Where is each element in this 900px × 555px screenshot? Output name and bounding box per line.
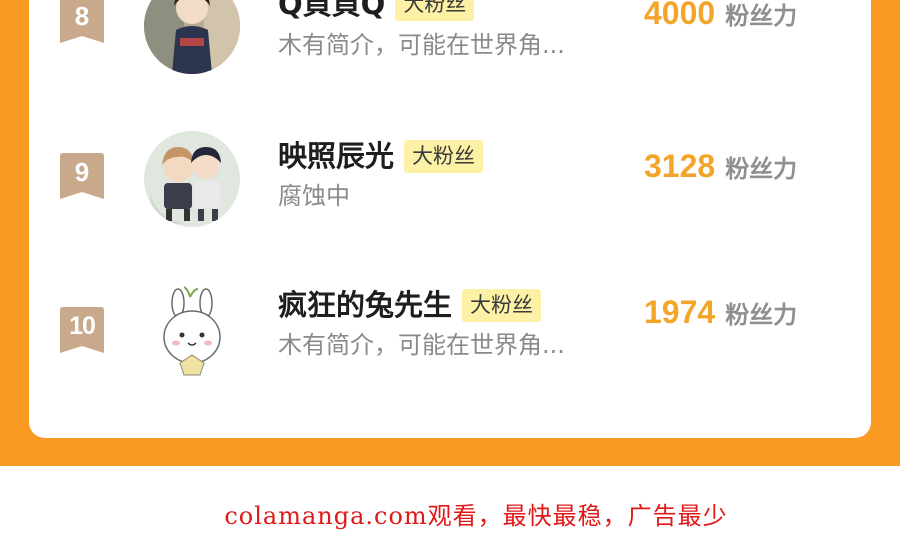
leaderboard-row[interactable]: 9 映照辰光 大粉丝 腐蚀中 3128 粉丝力 bbox=[29, 128, 871, 228]
fan-power-value: 1974 bbox=[644, 294, 716, 330]
rank-badge: 8 bbox=[60, 0, 104, 43]
fan-power: 1974 粉丝力 bbox=[644, 294, 797, 331]
fan-level-badge: 大粉丝 bbox=[395, 0, 475, 21]
avatar[interactable] bbox=[144, 131, 240, 227]
user-name-text: 映照辰光 bbox=[278, 139, 395, 173]
leaderboard-row[interactable]: 10 疯狂的兔先生 大粉丝 木有简介，可能在世界角... 1974 粉丝力 bbox=[29, 282, 871, 382]
rank-number: 10 bbox=[69, 312, 96, 340]
fan-power-unit: 粉丝力 bbox=[725, 155, 798, 183]
user-name-text: 疯狂的兔先生 bbox=[278, 288, 453, 322]
fan-power: 4000 粉丝力 bbox=[644, 0, 797, 32]
leaderboard-card: 8 Q頁頁Q 大粉丝 木有简介，可能在世界角... 4000 粉丝力 9 映照辰… bbox=[29, 0, 871, 438]
fan-power: 3128 粉丝力 bbox=[644, 148, 797, 185]
user-name[interactable]: 疯狂的兔先生 大粉丝 bbox=[278, 287, 542, 323]
fan-power-unit: 粉丝力 bbox=[725, 2, 798, 30]
fan-power-value: 3128 bbox=[644, 148, 716, 184]
user-bio: 木有简介，可能在世界角... bbox=[278, 331, 565, 359]
fan-power-value: 4000 bbox=[644, 0, 716, 31]
user-name[interactable]: Q頁頁Q 大粉丝 bbox=[278, 0, 475, 22]
user-name-text: Q頁頁Q bbox=[278, 0, 386, 21]
rank-badge: 9 bbox=[60, 153, 104, 199]
leaderboard-row[interactable]: 8 Q頁頁Q 大粉丝 木有简介，可能在世界角... 4000 粉丝力 bbox=[29, 0, 871, 75]
rank-badge: 10 bbox=[60, 307, 104, 353]
watermark-footer: colamanga.com观看，最快最稳，广告最少 bbox=[224, 502, 728, 530]
rank-number: 9 bbox=[74, 157, 90, 187]
user-name[interactable]: 映照辰光 大粉丝 bbox=[278, 138, 484, 174]
fan-power-unit: 粉丝力 bbox=[725, 301, 798, 329]
rank-number: 8 bbox=[74, 1, 90, 31]
fan-level-badge: 大粉丝 bbox=[404, 139, 484, 173]
fan-level-badge: 大粉丝 bbox=[462, 288, 542, 322]
avatar[interactable] bbox=[144, 285, 240, 381]
user-bio: 木有简介，可能在世界角... bbox=[278, 31, 565, 59]
avatar[interactable] bbox=[144, 0, 240, 74]
user-bio: 腐蚀中 bbox=[278, 182, 350, 210]
